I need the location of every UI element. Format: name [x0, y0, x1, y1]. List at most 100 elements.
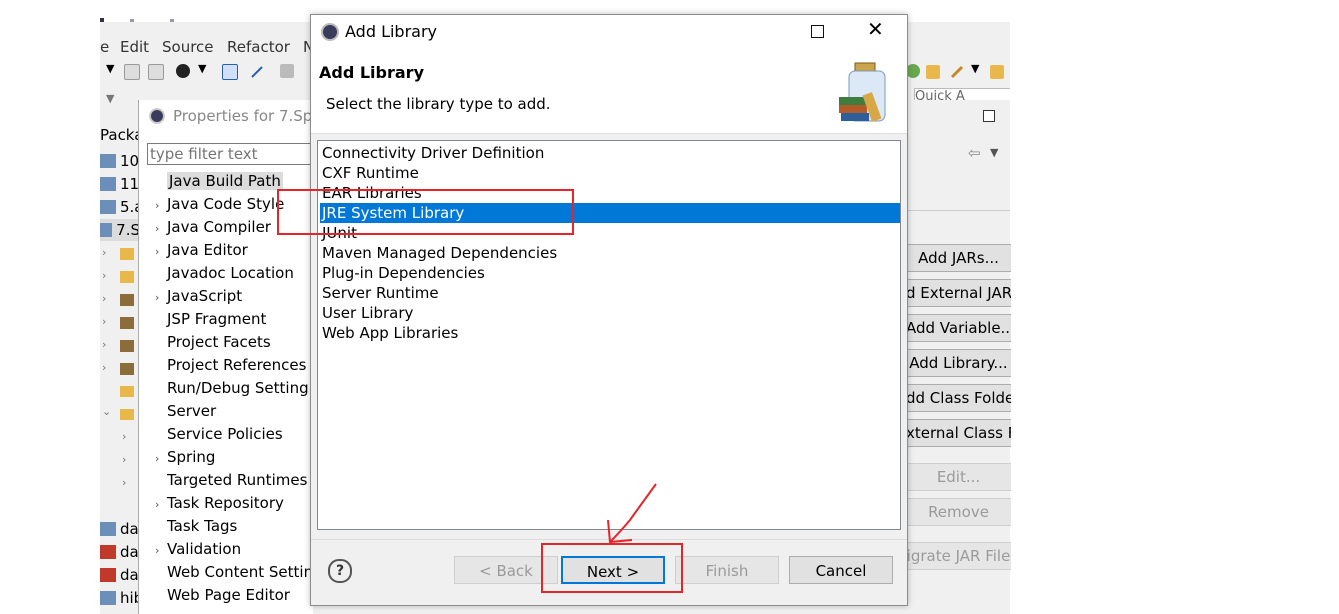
properties-item[interactable]: Java Editor	[167, 241, 248, 259]
tree-expand-icon[interactable]: ›	[155, 452, 159, 465]
menu-source[interactable]: Source	[162, 38, 214, 56]
dropdown-arrow-icon[interactable]: ▼	[106, 92, 114, 105]
dropdown-arrow-icon[interactable]: ▼	[990, 146, 998, 159]
library-type-item[interactable]: CXF Runtime	[320, 163, 900, 183]
jar-icon	[120, 248, 134, 260]
library-icon	[120, 363, 134, 375]
close-icon[interactable]: ✕	[867, 19, 884, 39]
package-item-label: 11	[120, 175, 140, 193]
tree-expand-icon[interactable]: ›	[102, 292, 106, 305]
remove-button[interactable]: Remove	[905, 498, 1011, 526]
skip-breakpoints-icon[interactable]	[250, 64, 264, 78]
properties-item[interactable]: Web Content Settin	[167, 563, 313, 581]
properties-item[interactable]: JSP Fragment	[167, 310, 266, 328]
java-project-icon	[100, 200, 116, 214]
properties-item[interactable]: Task Tags	[167, 517, 237, 535]
properties-item[interactable]: Web Page Editor	[167, 586, 290, 604]
tree-expand-icon[interactable]: ›	[155, 199, 159, 212]
properties-item[interactable]: Validation	[167, 540, 241, 558]
dialog-description: Select the library type to add.	[326, 95, 551, 113]
properties-item[interactable]: Java Compiler	[167, 218, 271, 236]
tree-expand-icon[interactable]: ›	[122, 430, 126, 443]
package-item[interactable]: hib	[100, 587, 143, 609]
finish-button[interactable]: Finish	[675, 556, 779, 584]
package-item[interactable]: 11	[100, 173, 139, 195]
tree-expand-icon[interactable]: ›	[155, 222, 159, 235]
properties-item[interactable]: Java Code Style	[167, 195, 284, 213]
tree-collapse-icon[interactable]: ⌄	[102, 405, 111, 418]
tree-expand-icon[interactable]: ›	[155, 291, 159, 304]
library-type-item[interactable]: Plug-in Dependencies	[320, 263, 900, 283]
properties-item[interactable]: Project References	[167, 356, 306, 374]
menu-edit[interactable]: Edit	[120, 38, 149, 56]
package-item-label: da	[120, 566, 139, 584]
tree-expand-icon[interactable]: ›	[155, 498, 159, 511]
jar-icon	[120, 271, 134, 283]
add-library-button[interactable]: Add Library...	[905, 349, 1011, 377]
properties-item[interactable]: Javadoc Location	[167, 264, 294, 282]
package-item[interactable]: 10	[100, 150, 139, 172]
maximize-icon[interactable]	[983, 110, 995, 122]
tree-expand-icon[interactable]: ›	[122, 453, 126, 466]
tree-expand-icon[interactable]: ›	[122, 476, 126, 489]
library-type-item[interactable]: User Library	[320, 303, 900, 323]
pen-icon[interactable]	[950, 64, 964, 79]
add-jars-button[interactable]: Add JARs...	[905, 244, 1011, 272]
migrate-jar-file-button[interactable]: igrate JAR File	[905, 542, 1011, 570]
profile-icon[interactable]	[176, 64, 190, 78]
monitor-icon[interactable]	[222, 64, 238, 80]
package-item[interactable]: 5.a	[100, 196, 144, 218]
java-project-icon	[100, 223, 113, 237]
package-item[interactable]: 7.S	[100, 219, 140, 241]
tree-expand-icon[interactable]: ›	[102, 315, 106, 328]
properties-item[interactable]: Server	[167, 402, 216, 420]
library-type-item[interactable]: Server Runtime	[320, 283, 900, 303]
properties-dialog: Properties for 7.Sp Java Build Path › Java…	[138, 100, 317, 614]
project-icon	[100, 522, 116, 536]
project-error-icon	[100, 568, 116, 582]
add-class-folder-button[interactable]: dd Class Folder	[905, 384, 1011, 412]
menu-file[interactable]: e	[100, 38, 109, 56]
menu-refactor[interactable]: Refactor	[227, 38, 290, 56]
properties-item[interactable]: Task Repository	[167, 494, 284, 512]
save-icon[interactable]	[124, 64, 140, 80]
library-type-item[interactable]: Connectivity Driver Definition	[320, 143, 900, 163]
resume-icon[interactable]	[280, 64, 294, 78]
edit-button[interactable]: Edit...	[905, 463, 1011, 491]
project-error-icon	[100, 545, 116, 559]
add-external-class-folder-button[interactable]: xternal Class Fo	[905, 419, 1011, 447]
perspective-icon[interactable]	[906, 64, 920, 78]
package-item[interactable]: da	[100, 518, 139, 540]
save-all-icon[interactable]	[148, 64, 164, 80]
cancel-button[interactable]: Cancel	[789, 556, 893, 584]
properties-item[interactable]: JavaScript	[167, 287, 242, 305]
properties-item[interactable]: Service Policies	[167, 425, 283, 443]
edit-icon[interactable]	[990, 65, 1004, 79]
tree-expand-icon[interactable]: ›	[155, 245, 159, 258]
dropdown-arrow-icon[interactable]: ▼	[971, 62, 979, 75]
tree-expand-icon[interactable]: ›	[102, 361, 106, 374]
back-arrow-icon[interactable]: ⇦	[968, 144, 981, 162]
dropdown-arrow-icon[interactable]: ▼	[198, 62, 206, 75]
filter-input[interactable]	[147, 143, 317, 165]
library-type-item[interactable]: Web App Libraries	[320, 323, 900, 343]
tree-expand-icon[interactable]: ›	[102, 338, 106, 351]
maximize-icon[interactable]	[811, 25, 824, 38]
dropdown-arrow-icon[interactable]: ▼	[106, 62, 114, 75]
properties-item[interactable]: Java Build Path	[167, 172, 283, 190]
help-icon[interactable]: ?	[328, 559, 352, 583]
tree-expand-icon[interactable]: ›	[155, 544, 159, 557]
library-type-item[interactable]: Maven Managed Dependencies	[320, 243, 900, 263]
folder-open-icon[interactable]	[926, 65, 940, 79]
library-jar-icon	[833, 49, 897, 131]
add-external-jars-button[interactable]: d External JAR	[905, 279, 1011, 307]
add-variable-button[interactable]: Add Variable...	[905, 314, 1011, 342]
tree-expand-icon[interactable]: ›	[102, 246, 106, 259]
package-item[interactable]: da	[100, 564, 139, 586]
properties-item[interactable]: Project Facets	[167, 333, 271, 351]
package-item[interactable]: da	[100, 541, 139, 563]
properties-item[interactable]: Spring	[167, 448, 215, 466]
properties-item[interactable]: Targeted Runtimes	[167, 471, 307, 489]
tree-expand-icon[interactable]: ›	[102, 269, 106, 282]
properties-item[interactable]: Run/Debug Setting	[167, 379, 309, 397]
